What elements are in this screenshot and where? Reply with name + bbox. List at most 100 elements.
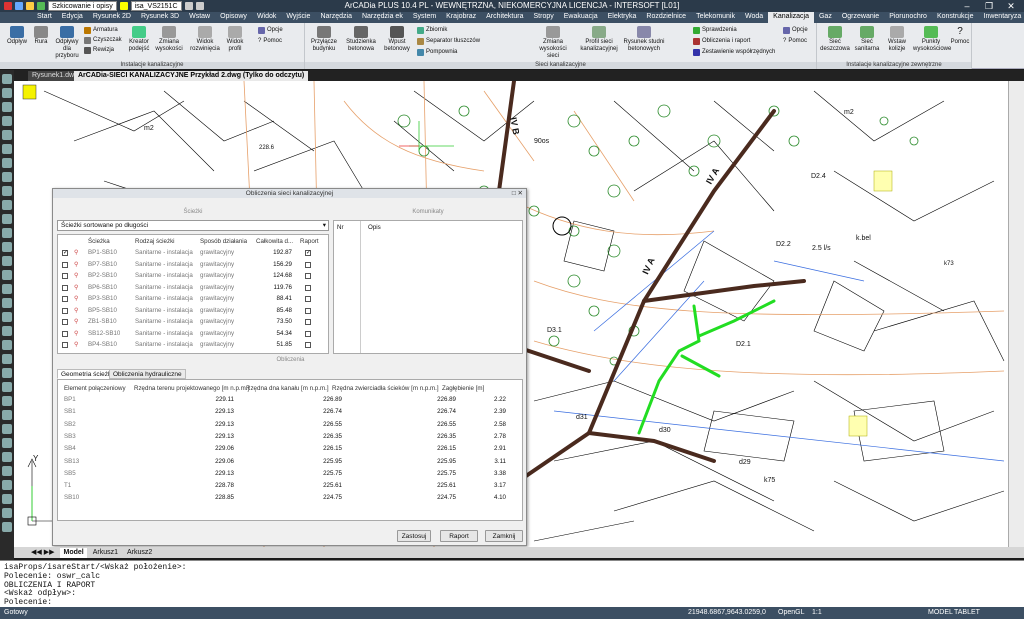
ribbon-tab[interactable]: Narzędzia bbox=[315, 12, 357, 23]
geometry-row[interactable]: T1 228.78 225.61 225.61 3.17 bbox=[58, 481, 522, 491]
sheet-tab-arkusz2[interactable]: Arkusz2 bbox=[124, 548, 155, 558]
path-row[interactable]: ⚲ BP7-SB10 Sanitarne - instalacja grawitacy… bbox=[58, 260, 328, 270]
ribbon-tab[interactable]: Opisowy bbox=[215, 12, 252, 23]
pomoc-sieci-button[interactable]: ? Pomoc bbox=[783, 37, 807, 46]
scale-label[interactable]: 1:1 bbox=[812, 607, 822, 619]
tool-icon[interactable] bbox=[2, 410, 12, 420]
path-select-checkbox[interactable]: ✓ bbox=[62, 250, 68, 256]
doc-tab-active[interactable]: ArCADia-SIECI KANALIZACYJNE Przykład 2.d… bbox=[74, 71, 309, 81]
tool-icon[interactable] bbox=[2, 116, 12, 126]
tool-icon[interactable] bbox=[2, 298, 12, 308]
tool-icon[interactable] bbox=[2, 228, 12, 238]
minimize-icon[interactable]: – bbox=[956, 0, 978, 12]
ribbon-tab[interactable]: Konstrukcje bbox=[932, 12, 979, 23]
tool-icon[interactable] bbox=[2, 368, 12, 378]
dialog-close-icon[interactable]: □ ✕ bbox=[512, 189, 523, 198]
geometry-row[interactable]: SB1 229.13 226.74 226.74 2.39 bbox=[58, 407, 522, 417]
close-icon[interactable]: ✕ bbox=[1000, 0, 1022, 12]
geometry-row[interactable]: SB3 229.13 226.35 226.35 2.78 bbox=[58, 432, 522, 442]
studzienka-button[interactable]: Studzienka betonowa bbox=[343, 25, 379, 53]
sheet-tab-model[interactable]: Model bbox=[60, 547, 87, 558]
tool-icon[interactable] bbox=[2, 200, 12, 210]
path-select-checkbox[interactable] bbox=[62, 284, 68, 291]
path-row[interactable]: ⚲ SB12-SB10 Sanitarne - instalacja grawitac… bbox=[58, 329, 328, 339]
ribbon-tab[interactable]: Inwentaryza bbox=[979, 12, 1024, 23]
tool-icon[interactable] bbox=[2, 340, 12, 350]
magnifier-icon[interactable]: ⚲ bbox=[74, 329, 79, 339]
report-button[interactable]: Raport bbox=[440, 530, 478, 542]
pomoc-button[interactable]: ? Pomoc bbox=[258, 37, 282, 46]
ribbon-tab[interactable]: Telekomunik bbox=[691, 12, 740, 23]
czyszczak-button[interactable]: Czyszczak bbox=[84, 36, 122, 45]
magnifier-icon[interactable]: ⚲ bbox=[74, 317, 79, 327]
tool-icon[interactable] bbox=[2, 102, 12, 112]
profil-sieci-button[interactable]: Profil sieci kanalizacyjnej bbox=[579, 25, 619, 53]
odplywy-dla-przyboru-button[interactable]: Odpływy dla przyboru bbox=[52, 25, 82, 60]
path-select-checkbox[interactable] bbox=[62, 307, 68, 314]
ribbon-tab[interactable]: Rozdzielnice bbox=[641, 12, 691, 23]
path-select-checkbox[interactable] bbox=[62, 273, 68, 279]
sort-combo[interactable]: Ścieżki sortowane po długości ▾ bbox=[57, 220, 329, 231]
path-select-checkbox[interactable] bbox=[62, 261, 68, 268]
opcje-sieci-button[interactable]: Opcje bbox=[783, 26, 808, 35]
nav-arrows-icon[interactable]: ◀◀ ▶▶ bbox=[28, 548, 57, 558]
ribbon-tab[interactable]: Woda bbox=[740, 12, 768, 23]
obliczenia-button[interactable]: Obliczenia i raport bbox=[693, 37, 750, 46]
siec-sanitarna-button[interactable]: Sieć sanitarna bbox=[851, 25, 883, 53]
magnifier-icon[interactable]: ⚲ bbox=[74, 271, 79, 281]
maximize-icon[interactable]: ❐ bbox=[978, 0, 1000, 12]
tool-icon[interactable] bbox=[2, 480, 12, 490]
report-checkbox[interactable] bbox=[305, 342, 311, 348]
ribbon-tab[interactable]: Edycja bbox=[57, 12, 88, 23]
tool-icon[interactable] bbox=[2, 242, 12, 252]
ribbon-tab[interactable]: Kanalizacja bbox=[768, 12, 814, 23]
tool-icon[interactable] bbox=[2, 158, 12, 168]
ribbon-tab[interactable]: Wyjście bbox=[281, 12, 315, 23]
magnifier-icon[interactable]: ⚲ bbox=[74, 306, 79, 316]
kreator-podejsc-button[interactable]: Kreator podejść bbox=[124, 25, 154, 53]
path-row[interactable]: ⚲ BP6-SB10 Sanitarne - instalacja grawitacy… bbox=[58, 283, 328, 293]
tool-icon[interactable] bbox=[2, 326, 12, 336]
magnifier-icon[interactable]: ⚲ bbox=[74, 340, 79, 350]
magnifier-icon[interactable]: ⚲ bbox=[74, 294, 79, 304]
tool-icon[interactable] bbox=[2, 130, 12, 140]
pomoc-zew-button[interactable]: ? Pomoc bbox=[949, 25, 971, 46]
wpust-button[interactable]: Wpust betonowy bbox=[381, 25, 413, 53]
report-checkbox[interactable] bbox=[305, 319, 311, 325]
tool-icon[interactable] bbox=[2, 438, 12, 448]
rewizja-button[interactable]: Rewizja bbox=[84, 46, 114, 55]
tool-icon[interactable] bbox=[2, 494, 12, 504]
geometry-row[interactable]: BP1 229.11 226.89 226.89 2.22 bbox=[58, 395, 522, 405]
tool-icon[interactable] bbox=[2, 256, 12, 266]
zmiana-wysokosci-sieci-button[interactable]: Zmiana wysokości sieci bbox=[535, 25, 571, 60]
apply-button[interactable]: Zastosuj bbox=[397, 530, 431, 542]
wstaw-kolizje-button[interactable]: Wstaw kolizje bbox=[883, 25, 911, 53]
geometry-row[interactable]: SB5 229.13 225.75 225.75 3.38 bbox=[58, 469, 522, 479]
geometry-row[interactable]: SB2 229.13 226.55 226.55 2.58 bbox=[58, 420, 522, 430]
path-row[interactable]: ⚲ BP3-SB10 Sanitarne - instalacja grawitacy… bbox=[58, 294, 328, 304]
tool-icon[interactable] bbox=[2, 508, 12, 518]
tool-icon[interactable] bbox=[2, 522, 12, 532]
pompownia-button[interactable]: Pompownia bbox=[417, 48, 457, 57]
tool-icon[interactable] bbox=[2, 88, 12, 98]
geometry-row[interactable]: SB10 228.85 224.75 224.75 4.10 bbox=[58, 493, 522, 503]
tool-icon[interactable] bbox=[2, 466, 12, 476]
report-checkbox[interactable] bbox=[305, 273, 311, 279]
separator-button[interactable]: Separator tłuszczów bbox=[417, 37, 480, 46]
report-checkbox[interactable] bbox=[305, 296, 311, 302]
sprawdzenia-button[interactable]: Sprawdzenia bbox=[693, 26, 737, 35]
sheet-tab-arkusz1[interactable]: Arkusz1 bbox=[90, 548, 121, 558]
tab-geometria[interactable]: Geometria ścieżki bbox=[57, 369, 117, 379]
ribbon-tab[interactable]: Rysunek 2D bbox=[88, 12, 136, 23]
rysunek-studni-button[interactable]: Rysunek studni betonowych bbox=[623, 25, 665, 53]
przylacze-button[interactable]: Przyłącze budynku bbox=[307, 25, 341, 53]
path-row[interactable]: ⚲ BP4-SB10 Sanitarne - instalacja grawitacy… bbox=[58, 340, 328, 350]
path-row[interactable]: ✓ ⚲ BP1-SB10 Sanitarne - instalacja grawitac… bbox=[58, 248, 328, 258]
path-select-checkbox[interactable] bbox=[62, 330, 68, 337]
report-checkbox[interactable] bbox=[305, 330, 311, 337]
tool-icon[interactable] bbox=[2, 172, 12, 182]
ribbon-tab[interactable]: Stropy bbox=[529, 12, 559, 23]
tool-icon[interactable] bbox=[2, 396, 12, 406]
close-button[interactable]: Zamknij bbox=[485, 530, 523, 542]
ribbon-tab[interactable]: Ewakuacja bbox=[559, 12, 603, 23]
